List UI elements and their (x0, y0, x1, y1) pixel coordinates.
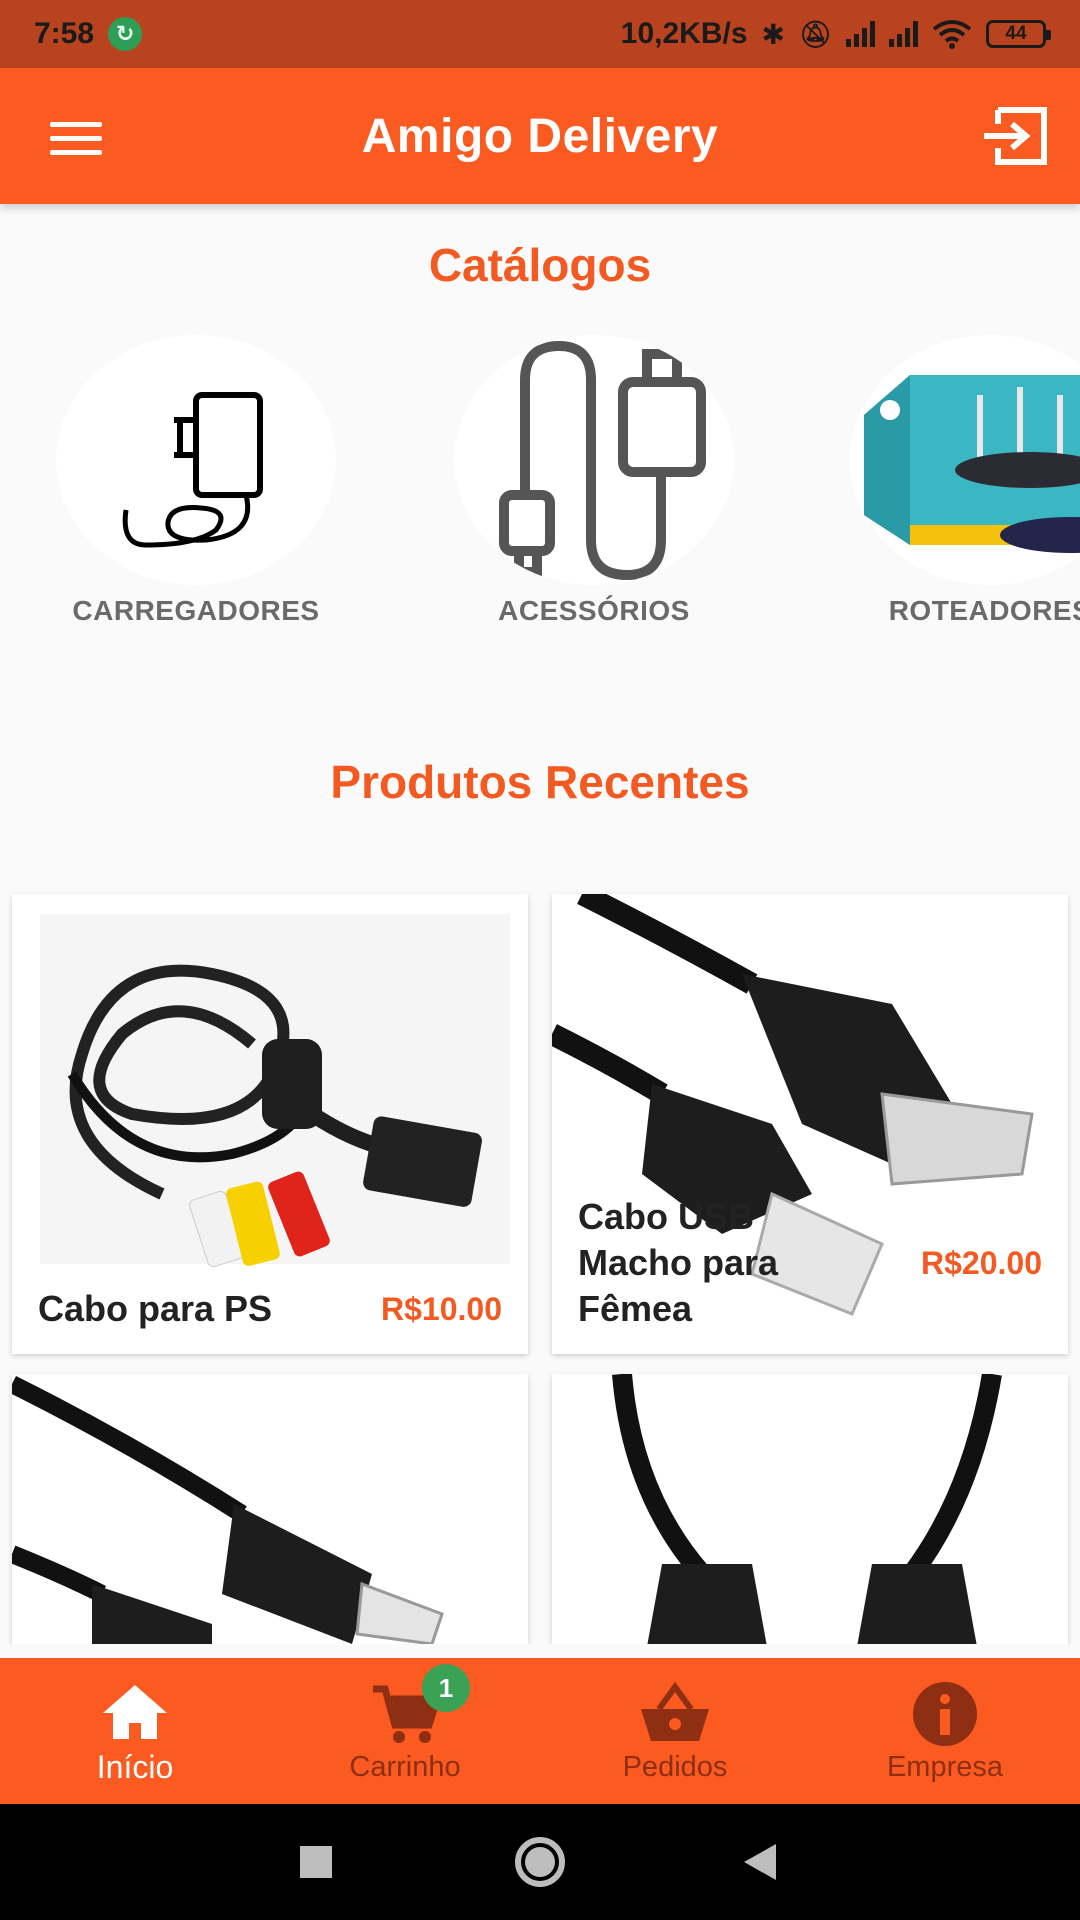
nav-item-inicio[interactable]: Início (0, 1658, 270, 1804)
battery-level: 44 (1005, 23, 1027, 44)
catalog-circle (56, 335, 336, 585)
signal-icon (846, 21, 875, 47)
mute-icon: 🔕︎ (798, 18, 832, 49)
nav-label: Empresa (886, 1750, 1004, 1783)
product-image (552, 1374, 1068, 1644)
status-time: 7:58 (34, 17, 95, 50)
catalog-item-carregadores[interactable]: CARREGADORES (46, 335, 346, 627)
product-name: Cabo para PS (38, 1288, 273, 1329)
sync-icon: ↻ (108, 17, 143, 51)
recents-icon[interactable] (256, 1804, 376, 1920)
nav-item-empresa[interactable]: Empresa (810, 1658, 1080, 1804)
app-title: Amigo Delivery (361, 109, 719, 163)
product-card[interactable] (12, 1374, 528, 1644)
status-bar: 7:58 ↻ 10,2KB/s ✱ 🔕︎ 44 (0, 0, 1080, 68)
catalog-label: ROTEADORES (888, 595, 1080, 626)
menu-button[interactable] (38, 110, 114, 166)
net-speed: 10,2KB/s (620, 17, 748, 50)
product-name: Cabo USB Macho para Fêmea (578, 1196, 779, 1329)
bluetooth-icon: ✱ (761, 18, 785, 50)
home-circle-icon[interactable] (480, 1804, 600, 1920)
nav-label: Carrinho (349, 1750, 461, 1783)
router-image (864, 375, 1080, 553)
bottom-nav: Início 1 Carrinho Pedidos Empresa (0, 1658, 1080, 1804)
product-info: Cabo USB Macho para Fêmea R$20.00 (552, 1194, 1068, 1354)
logout-button[interactable] (978, 104, 1052, 168)
system-nav-bar (0, 1804, 1080, 1920)
catalog-list: CARREGADORES ACESSÓRIOS ROTEADORES (0, 335, 1080, 635)
status-right: 10,2KB/s ✱ 🔕︎ 44 (620, 17, 1051, 51)
battery-icon: 44 (986, 20, 1051, 48)
recent-title: Produtos Recentes (330, 756, 750, 808)
catalogs-title: Catálogos (428, 239, 652, 291)
nav-item-carrinho[interactable]: 1 Carrinho (270, 1658, 540, 1804)
charger-icon (122, 392, 263, 548)
catalog-item-roteadores[interactable]: ROTEADORES (840, 335, 1080, 627)
catalog-circle (454, 335, 734, 585)
app-bar: Amigo Delivery (0, 68, 1080, 204)
basket-icon (641, 1681, 709, 1741)
catalog-label: CARREGADORES (72, 595, 320, 626)
product-price: R$20.00 (921, 1244, 1042, 1281)
wifi-icon (932, 20, 972, 49)
product-price: R$10.00 (381, 1290, 502, 1327)
nav-label: Início (96, 1748, 174, 1785)
product-info: Cabo para PS R$10.00 (12, 1286, 528, 1354)
catalog-label: ACESSÓRIOS (498, 595, 690, 626)
product-image (12, 894, 528, 1354)
nav-label: Pedidos (622, 1750, 728, 1783)
info-icon (913, 1681, 977, 1746)
status-left: 7:58 ↻ (34, 17, 143, 51)
cart-badge: 1 (422, 1664, 470, 1712)
back-icon[interactable] (700, 1804, 820, 1920)
home-icon (103, 1684, 167, 1739)
product-card[interactable]: Cabo para PS R$10.00 (12, 894, 528, 1354)
nav-item-pedidos[interactable]: Pedidos (540, 1658, 810, 1804)
product-grid: Cabo para PS R$10.00 Cabo USB Macho para… (0, 880, 1080, 1644)
product-card[interactable] (552, 1374, 1068, 1644)
cable-icon (499, 340, 706, 580)
catalog-circle (850, 335, 1080, 585)
catalog-item-acessorios[interactable]: ACESSÓRIOS (444, 335, 744, 627)
product-card[interactable]: Cabo USB Macho para Fêmea R$20.00 (552, 894, 1068, 1354)
product-image (12, 1374, 528, 1644)
signal-icon-2 (889, 21, 918, 47)
